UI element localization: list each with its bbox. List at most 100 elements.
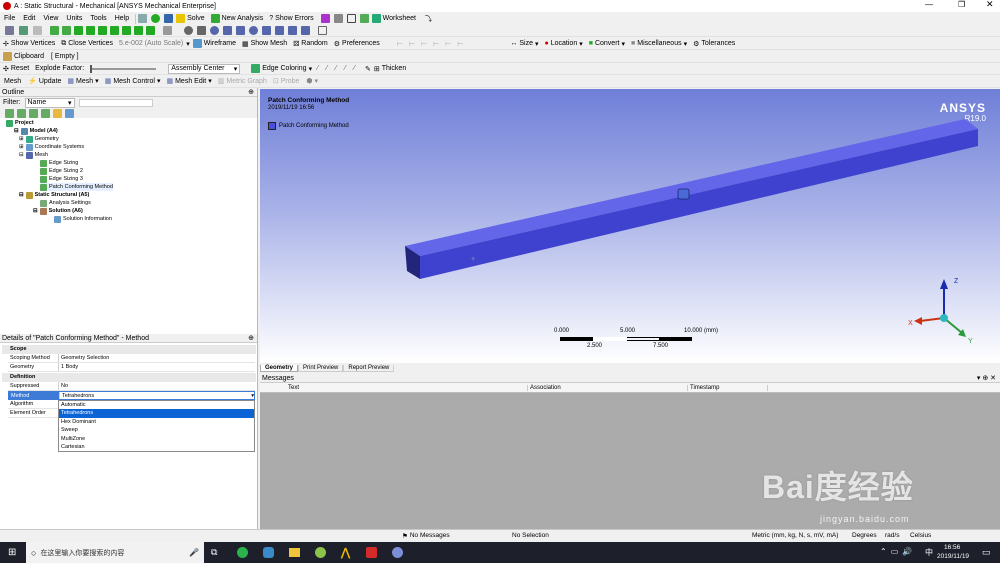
menu-help[interactable]: Help [111, 15, 133, 22]
expand-toggle-icon[interactable]: ⊞ [19, 136, 24, 142]
edge-select-icon[interactable] [62, 26, 71, 35]
magnifier-icon[interactable] [249, 26, 258, 35]
text-icon[interactable] [346, 14, 356, 23]
celsius-status[interactable]: Celsius [910, 532, 931, 539]
mesh-control-button[interactable]: ▦ Mesh Control ▾ [102, 75, 164, 87]
column-text[interactable]: Text [260, 384, 528, 391]
tree-icon[interactable] [164, 14, 174, 23]
menu-edit[interactable]: Edit [19, 15, 39, 22]
named-selection-icon[interactable] [134, 26, 143, 35]
convert-button[interactable]: ■ Convert ▾ [586, 38, 628, 50]
probe-button[interactable]: ⊡ Probe [270, 75, 303, 87]
option-cartesian[interactable]: Cartesian [59, 443, 254, 451]
menu-tools[interactable]: Tools [86, 15, 110, 22]
select-all-icon[interactable] [146, 26, 155, 35]
metric-graph-button[interactable]: ▥ Metric Graph [215, 75, 270, 87]
filter-select[interactable]: Name ▾ [24, 97, 75, 108]
messages-controls-icon[interactable]: ▾ ⊕ ✕ [977, 374, 996, 383]
model-body[interactable]: + [260, 89, 1000, 363]
app-icon-5[interactable] [366, 547, 377, 558]
tree-item-geometry[interactable]: ⊞ Geometry [19, 135, 59, 143]
column-timestamp[interactable]: Timestamp [688, 384, 768, 391]
axis-triad[interactable]: Z X Y [908, 275, 978, 345]
folder-icon[interactable] [53, 108, 62, 118]
toolbar-icon[interactable] [138, 14, 148, 23]
folder-taskbar-icon[interactable] [289, 548, 300, 557]
definition-group[interactable]: Definition [2, 373, 256, 382]
tree-item-coordinate-systems[interactable]: ⊞ Coordinate Systems [19, 143, 84, 151]
tab-report-preview[interactable]: Report Preview [343, 364, 395, 372]
set-view-icon[interactable] [301, 26, 310, 35]
image-icon[interactable] [359, 14, 369, 23]
tree-item-static-structural[interactable]: ⊟ Static Structural (A5) [19, 191, 89, 199]
new-analysis-button[interactable]: New Analysis [208, 13, 267, 25]
select-icon[interactable] [5, 26, 14, 35]
tab-geometry[interactable]: Geometry [260, 364, 299, 372]
option-tetrahedrons[interactable]: Tetrahedrons [59, 409, 254, 418]
option-automatic[interactable]: Automatic [59, 401, 254, 409]
size-button[interactable]: ↔ Size ▾ [507, 38, 541, 50]
messages-status[interactable]: ⚑ No Messages [402, 532, 450, 540]
expand-all-icon[interactable] [29, 108, 38, 118]
edge-coloring-button[interactable]: Edge Coloring ▾ [248, 63, 315, 75]
extend-icon[interactable] [122, 26, 131, 35]
pin-panel-icon[interactable]: ⊕ [248, 88, 254, 97]
tree-item-edge-sizing-3[interactable]: Edge Sizing 3 [40, 175, 83, 183]
explode-slider-thumb[interactable] [90, 64, 93, 73]
tree-item-edge-sizing-2[interactable]: Edge Sizing 2 [40, 167, 83, 175]
worksheet-button[interactable]: Worksheet [369, 13, 419, 25]
check-icon[interactable] [151, 14, 161, 23]
option-sweep[interactable]: Sweep [59, 426, 254, 434]
tolerances-button[interactable]: ⚙ Tolerances [690, 38, 738, 50]
mesh-edit-button[interactable]: ▦ Mesh Edit ▾ [163, 75, 214, 87]
body-front-face[interactable] [420, 129, 978, 279]
tree-item-edge-sizing[interactable]: Edge Sizing [40, 159, 78, 167]
tab-print-preview[interactable]: Print Preview [298, 364, 344, 372]
tree-item-model[interactable]: ⊟ Model (A4) [14, 127, 58, 135]
clipboard-button[interactable]: Clipboard [0, 51, 47, 63]
scope-group[interactable]: Scope [2, 345, 256, 354]
collapse-toggle-icon[interactable]: ⊟ [33, 208, 38, 214]
mesh-select-icon[interactable] [163, 26, 172, 35]
app-icon-1[interactable] [237, 547, 248, 558]
face-select-icon[interactable] [74, 26, 83, 35]
app-icon-3[interactable] [315, 547, 326, 558]
previous-view-icon[interactable] [262, 26, 271, 35]
select-mode-icon[interactable] [33, 26, 42, 35]
show-errors-button[interactable]: ? Show Errors [266, 13, 316, 25]
pin-details-icon[interactable]: ⊕ [248, 334, 254, 343]
rads-status[interactable]: rad/s [885, 532, 899, 539]
menu-units[interactable]: Units [62, 15, 86, 22]
notification-icon[interactable]: ▭ [982, 547, 991, 558]
tree-item-mesh[interactable]: ⊟ Mesh [19, 151, 48, 159]
body-select-icon[interactable] [86, 26, 95, 35]
rotate-icon[interactable] [184, 26, 193, 35]
zoom-box-icon[interactable] [223, 26, 232, 35]
clock-date[interactable]: 2019/11/19 [937, 553, 969, 560]
help-pointer-icon[interactable]: ⤵ [425, 14, 432, 24]
next-view-icon[interactable] [275, 26, 284, 35]
app-icon-ansys[interactable] [392, 547, 403, 558]
reset-button[interactable]: ✣ Reset [0, 63, 32, 75]
thicken-button[interactable]: ⊞ Thicken [371, 63, 409, 75]
method-row[interactable]: Method Tetrahedrons ▾ [8, 391, 255, 400]
column-association[interactable]: Association [528, 384, 688, 391]
explode-slider[interactable] [90, 64, 157, 73]
units-status[interactable]: Metric (mm, kg, N, s, mV, mA) [752, 532, 838, 539]
assembly-center-select[interactable]: Assembly Center ▾ [168, 63, 241, 74]
task-view-icon[interactable]: ⧉ [211, 547, 217, 558]
start-icon[interactable]: ⊞ [8, 547, 16, 558]
show-mesh-button[interactable]: ▦ Show Mesh [239, 38, 290, 50]
solve-button[interactable]: Solve [173, 13, 208, 25]
pan-icon[interactable] [19, 26, 28, 35]
close-vertices-button[interactable]: ⧉ Close Vertices [58, 38, 116, 50]
dropdown-arrow-icon[interactable]: ▾ [251, 392, 254, 399]
tree-item-analysis-settings[interactable]: Analysis Settings [40, 199, 91, 207]
collapse-all-icon[interactable] [41, 108, 50, 118]
app-icon-2[interactable] [263, 547, 274, 558]
wireframe-button[interactable]: Wireframe [190, 38, 239, 50]
minimize-icon[interactable]: — [925, 0, 933, 9]
maximize-icon[interactable]: ❐ [958, 0, 965, 9]
menu-view[interactable]: View [39, 15, 62, 22]
collapse-icon[interactable] [17, 108, 26, 118]
